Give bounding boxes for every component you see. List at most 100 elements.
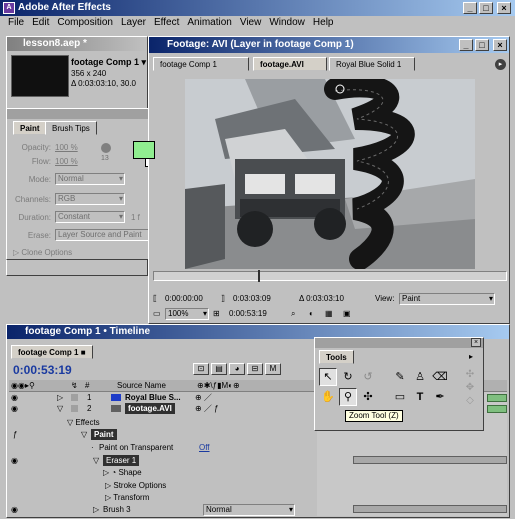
rectangle-mask-tool-icon[interactable]: ▭ [391, 388, 409, 406]
footage-close-button[interactable]: × [493, 39, 507, 51]
layer-name[interactable]: Royal Blue S... [125, 392, 181, 403]
set-out-point-icon[interactable]: ⟧ [221, 294, 225, 303]
layer-switches[interactable]: ⊕ ／ ƒ [195, 403, 219, 414]
hand-tool-icon[interactable]: ✋ [319, 388, 337, 406]
tab-timeline-comp[interactable]: footage Comp 1 ■ [11, 345, 93, 359]
menu-view[interactable]: View [236, 16, 266, 30]
rotate-tool-icon[interactable]: ↻ [339, 368, 357, 386]
channel-icon[interactable]: ◐ [309, 309, 314, 318]
tab-paint[interactable]: Paint [13, 121, 47, 135]
layer-name-selected[interactable]: footage.AVI [125, 403, 175, 414]
tools-close-icon[interactable]: × [471, 338, 481, 347]
shape-row[interactable]: ▷ ◔ Shape [103, 467, 142, 478]
close-icon[interactable]: ■ [81, 348, 86, 357]
paint-on-transparent-value[interactable]: Off [199, 442, 210, 453]
menu-effect[interactable]: Effect [150, 16, 183, 30]
paint-on-transparent-row[interactable]: · Paint on Transparent Off [7, 442, 317, 453]
tab-footage-comp[interactable]: footage Comp 1 [153, 57, 249, 71]
tab-tools[interactable]: Tools [319, 350, 354, 364]
brush-label[interactable]: Brush 3 [103, 504, 131, 515]
expand-triangle-icon[interactable]: ▽ [93, 455, 99, 466]
minimize-button[interactable]: _ [463, 2, 477, 14]
duration-select[interactable]: Constant ▾ [55, 211, 125, 223]
expand-triangle-icon[interactable]: ▽ [81, 429, 87, 440]
effect-toggle-icon[interactable]: ƒ [13, 429, 17, 440]
menu-edit[interactable]: Edit [28, 16, 53, 30]
time-ruler[interactable] [153, 270, 507, 282]
project-item-name[interactable]: footage Comp 1 ▾ [71, 57, 146, 68]
footage-maximize-button[interactable]: □ [475, 39, 489, 51]
tab-royal-blue-solid[interactable]: Royal Blue Solid 1 [329, 57, 415, 71]
current-time[interactable]: 0:00:53:19 [229, 309, 267, 318]
layer-color-label[interactable] [71, 394, 78, 401]
tab-brush-tips[interactable]: Brush Tips [45, 121, 97, 135]
transform-row[interactable]: ▷ Transform [105, 492, 149, 503]
mode-select[interactable]: Normal ▾ [55, 173, 125, 185]
menu-layer[interactable]: Layer [117, 16, 150, 30]
layer-row[interactable]: ◉ ▽ 2 footage.AVI ⊕ ／ ƒ [7, 403, 317, 414]
selection-tool-icon[interactable]: ↖ [319, 368, 337, 386]
eye-icon[interactable]: ◉ [11, 403, 18, 414]
title-safe-icon[interactable]: ⊞ [213, 309, 220, 318]
stroke-options-row[interactable]: ▷ Stroke Options [105, 480, 166, 491]
effects-row[interactable]: ▽ Effects [67, 417, 100, 428]
stopwatch-icon[interactable]: · [91, 442, 94, 453]
channels-select[interactable]: RGB ▾ [55, 193, 125, 205]
opacity-value[interactable]: 100 % [55, 143, 78, 152]
grid-icon[interactable]: ▦ [325, 309, 333, 318]
paint-effect-label[interactable]: Paint [91, 429, 117, 440]
eraser-row[interactable]: ◉ ▽ Eraser 1 [7, 455, 317, 466]
time-end[interactable]: 0:03:03:09 [233, 294, 271, 303]
menu-help[interactable]: Help [309, 16, 338, 30]
brush-duration-bar[interactable] [353, 505, 507, 513]
view-select[interactable]: Paint ▾ [399, 293, 495, 305]
set-in-point-icon[interactable]: ⟦ [153, 294, 157, 303]
duration-frames[interactable]: 1 f [131, 213, 140, 222]
layer-color-label[interactable] [71, 405, 78, 412]
brush-mode-select[interactable]: Normal ▾ [203, 504, 295, 516]
motion-blur-icon[interactable]: M [265, 363, 281, 375]
text-tool-icon[interactable]: T [411, 388, 429, 406]
layer-duration-bar[interactable] [487, 405, 507, 413]
paint-effect-row[interactable]: ƒ ▽ Paint [7, 429, 317, 440]
snapshot-icon[interactable]: ▭ [153, 309, 161, 318]
eye-icon[interactable]: ◉ [11, 392, 18, 403]
eraser-tool-icon[interactable]: ⌫ [431, 368, 449, 386]
orbit-tool-icon[interactable]: ↺ [359, 368, 377, 386]
region-icon[interactable]: ▣ [343, 309, 351, 318]
eye-icon[interactable]: ◉ [11, 455, 18, 466]
eraser-label[interactable]: Eraser 1 [103, 455, 140, 466]
timeline-current-time[interactable]: 0:00:53:19 [13, 363, 72, 377]
frame-blending-icon[interactable]: ⊟ [247, 363, 263, 375]
zoom-tool-icon[interactable]: ⚲ [339, 388, 357, 406]
close-button[interactable]: × [497, 2, 511, 14]
camera-icon[interactable]: ⌕ [291, 309, 295, 319]
brush-row[interactable]: ◉ ▷ Brush 3 Normal ▾ [7, 504, 317, 516]
draft-3d-icon[interactable]: ▤ [211, 363, 227, 375]
current-time-indicator[interactable] [258, 270, 260, 282]
expand-triangle-icon[interactable]: ▷ [57, 392, 63, 403]
menu-composition[interactable]: Composition [53, 16, 117, 30]
clone-options-toggle[interactable]: ▷ Clone Options [13, 248, 72, 257]
axis-tools-icon[interactable]: ✣ ✥ ◇ [461, 368, 479, 408]
eraser-duration-bar[interactable] [353, 456, 507, 464]
layer-duration-bar[interactable] [487, 394, 507, 402]
brush-tool-icon[interactable]: ✎ [391, 368, 409, 386]
menu-file[interactable]: File [4, 16, 28, 30]
zoom-select[interactable]: 100% ▾ [165, 308, 209, 320]
time-start[interactable]: 0:00:00:00 [165, 294, 203, 303]
maximize-button[interactable]: □ [479, 2, 493, 14]
eye-icon[interactable]: ◉ [11, 504, 18, 515]
menu-window[interactable]: Window [265, 16, 309, 30]
clone-stamp-tool-icon[interactable]: ♙ [411, 368, 429, 386]
palette-menu-icon[interactable]: ▸ [495, 59, 506, 70]
pan-behind-tool-icon[interactable]: ✣ [359, 388, 377, 406]
comp-flowchart-icon[interactable]: ⊡ [193, 363, 209, 375]
expand-triangle-icon[interactable]: ▷ [105, 493, 113, 502]
foreground-color-swatch[interactable] [133, 141, 155, 159]
expand-triangle-icon[interactable]: ▷ [93, 504, 99, 515]
expand-triangle-icon[interactable]: ▽ [57, 403, 63, 414]
shy-icon[interactable]: ◕ [229, 363, 245, 375]
source-name-header[interactable]: Source Name [117, 381, 166, 390]
menu-animation[interactable]: Animation [183, 16, 235, 30]
